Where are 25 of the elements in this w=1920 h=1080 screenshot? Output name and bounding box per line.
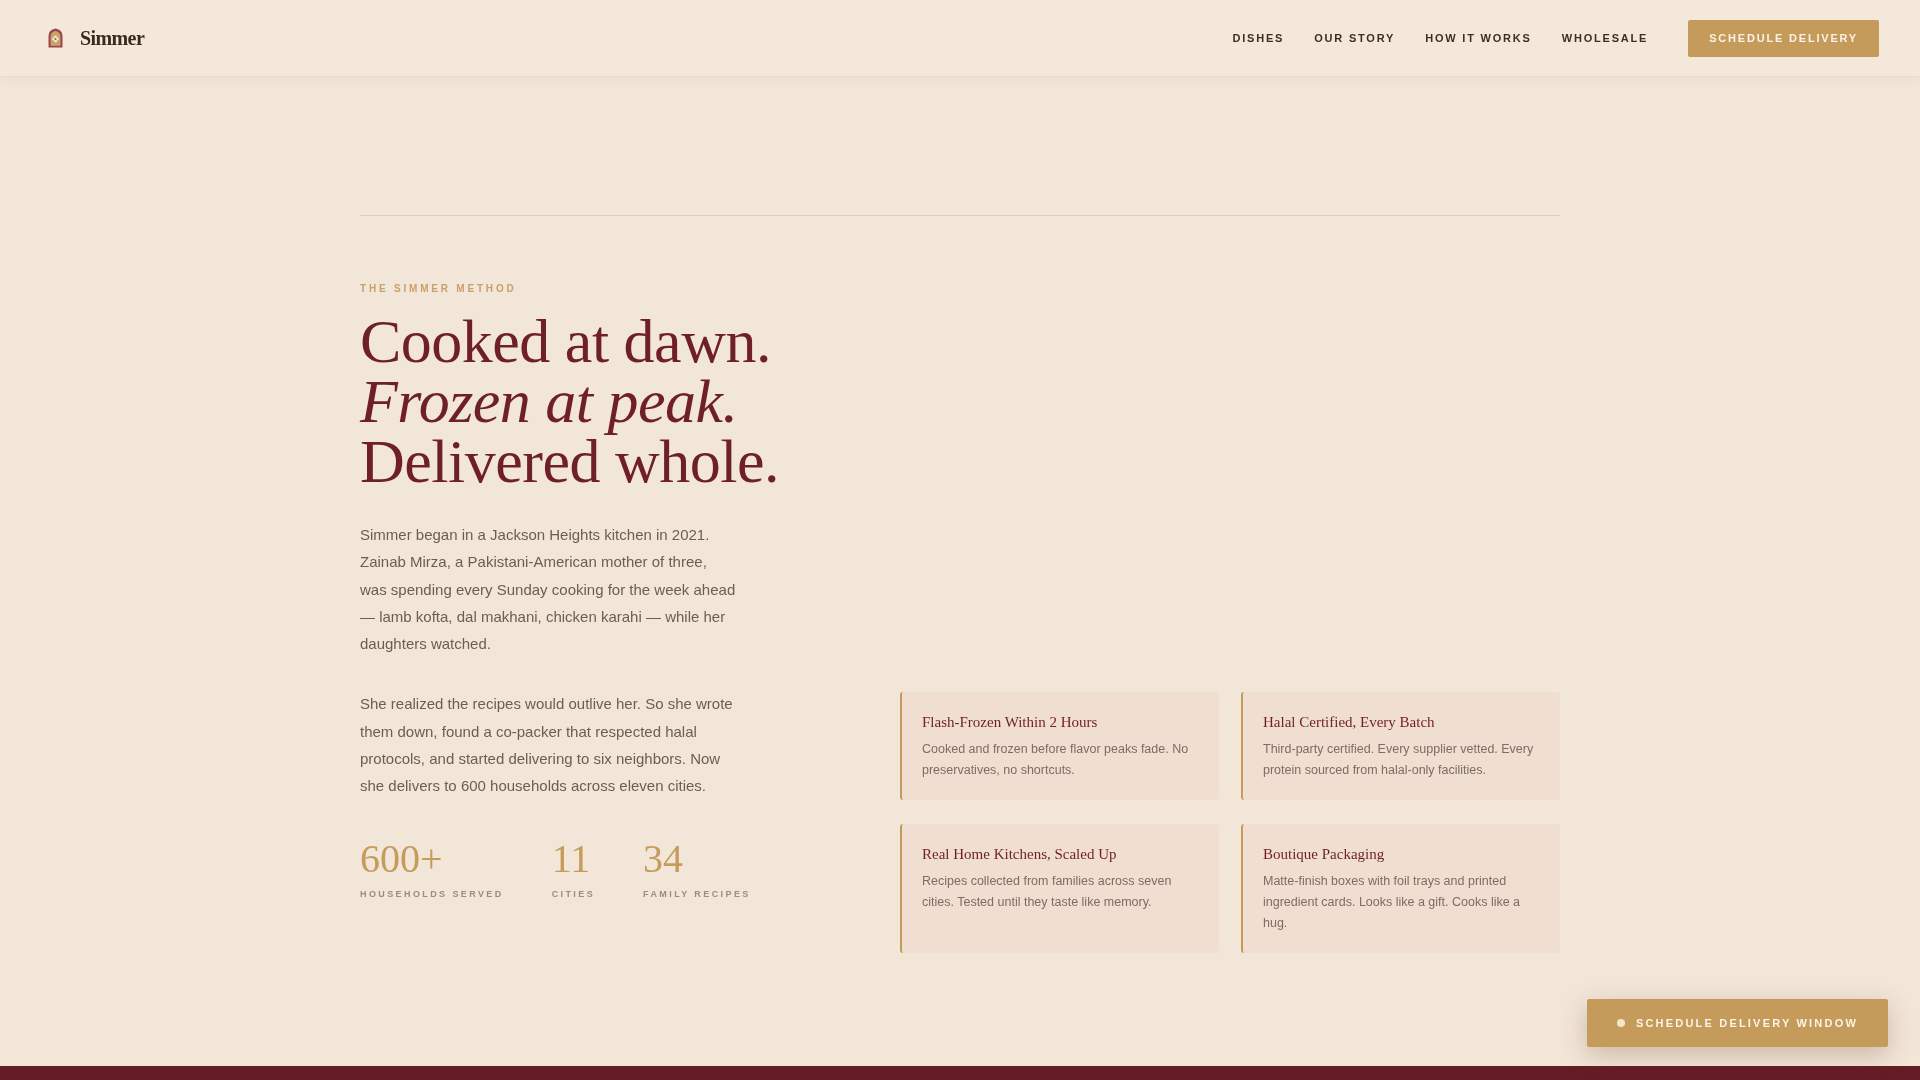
feature-title: Boutique Packaging (1263, 845, 1386, 864)
feature-description: Third-party certified. Every supplier vetted. Every protein sourced from halal-only facilities. (1263, 741, 1535, 779)
story-paragraph: Simmer began in a Jackson Heights kitchen in 2021. Zainab Mirza, a Pakistani-American mother of three, was spending every Sunday cooking for the week ahead — lamb kofta, dal makhani, chicken karahi — while her daughters watched. (360, 525, 737, 655)
nav-link[interactable]: DISHES (1232, 31, 1285, 45)
brand-name[interactable]: Simmer (80, 26, 145, 50)
stat-label: FAMILY RECIPES (643, 887, 751, 900)
feature-description: Cooked and frozen before flavor peaks fade. No preservatives, no shortcuts. (922, 741, 1190, 779)
stat-value: 11 (551, 836, 591, 881)
nav-link[interactable]: WHOLESALE (1561, 31, 1649, 45)
stat-label: HOUSEHOLDS SERVED (360, 887, 504, 900)
feature-description: Recipes collected from families across seven cities. Tested until they taste like memory. (922, 873, 1173, 911)
story-paragraph: She realized the recipes would outlive her. So she wrote them down, found a co-packer that respected halal protocols, and started delivering to six neighbors. Now she delivers to 600 households across eleven cities. (360, 694, 734, 797)
headline: Cooked at dawn. Frozen at peak. Delivered whole. (360, 311, 779, 491)
feature-description: Matte-finish boxes with foil trays and printed ingredient cards. Looks like a gift. Cooks like a hug. (1263, 873, 1522, 932)
feature-title: Flash-Frozen Within 2 Hours (922, 713, 1099, 732)
dot-icon (1616, 1019, 1625, 1027)
feature-title: Halal Certified, Every Batch (1263, 713, 1436, 732)
feature-title: Real Home Kitchens, Scaled Up (922, 845, 1118, 864)
stat-value: 34 (643, 836, 684, 881)
eyebrow-label: THE SIMMER METHOD (360, 282, 517, 296)
logo-icon (48, 28, 63, 48)
stat-value: 600+ (360, 836, 443, 881)
nav-link[interactable]: OUR STORY (1314, 31, 1396, 45)
nav-link[interactable]: HOW IT WORKS (1425, 31, 1532, 45)
stat-label: CITIES (551, 887, 596, 900)
